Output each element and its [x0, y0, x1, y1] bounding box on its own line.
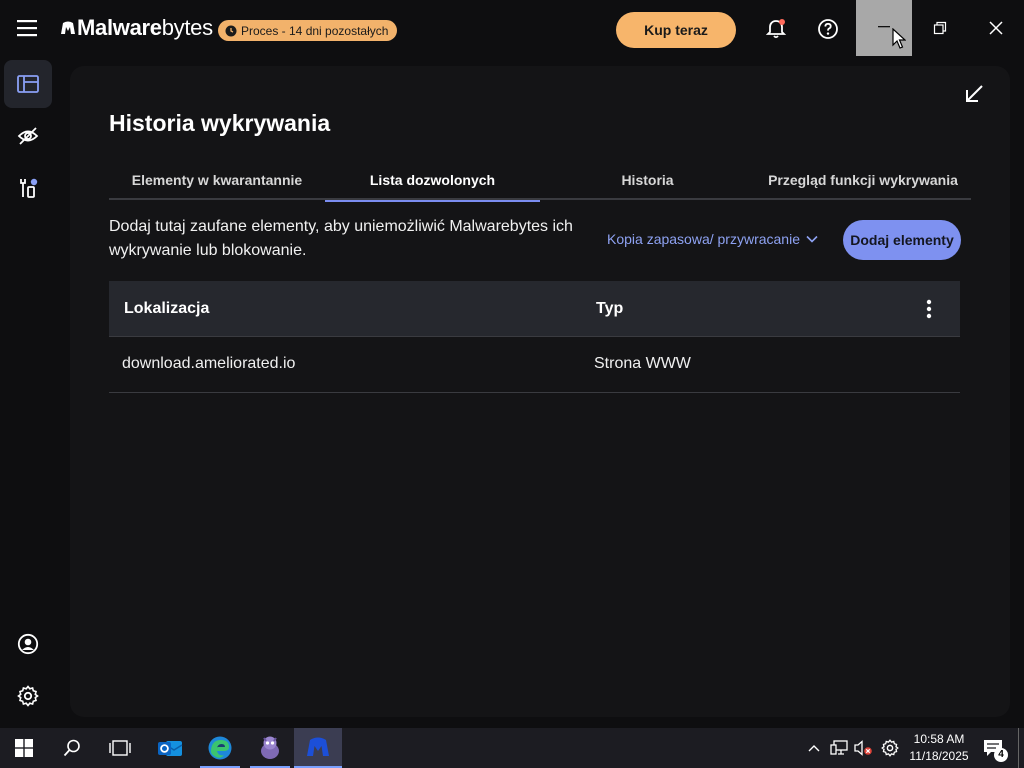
add-items-button[interactable]: Dodaj elementy: [843, 220, 961, 260]
minimize-icon: [878, 26, 890, 28]
account-icon: [17, 633, 39, 655]
menu-icon[interactable]: [10, 12, 46, 44]
more-options-icon[interactable]: [917, 297, 941, 321]
clock-icon: [225, 25, 237, 36]
backup-restore-dropdown[interactable]: Kopia zapasowa/ przywracanie: [607, 231, 818, 247]
clock-date: 11/18/2025: [909, 749, 969, 763]
taskbar-edge[interactable]: [196, 728, 244, 768]
logo-text-light: bytes: [161, 15, 213, 40]
gear-icon: [881, 739, 899, 757]
tab-history[interactable]: Historia: [540, 160, 755, 200]
search-icon: [63, 739, 80, 757]
help-icon[interactable]: [813, 14, 843, 44]
chevron-down-icon: [806, 235, 818, 243]
start-button[interactable]: [0, 728, 48, 768]
trial-badge-label: Proces - 14 dni pozostałych: [241, 23, 389, 38]
close-button[interactable]: [968, 0, 1024, 56]
taskbar-search-button[interactable]: [48, 728, 96, 768]
backup-restore-label: Kopia zapasowa/ przywracanie: [607, 231, 800, 247]
eye-off-icon: [17, 127, 39, 145]
column-header-type[interactable]: Typ: [596, 300, 623, 318]
collapse-arrow-icon[interactable]: [962, 82, 986, 106]
malwarebytes-logo: Malware bytes: [60, 14, 213, 42]
malwarebytes-window: Malware bytes Proces - 14 dni pozostałych…: [0, 0, 1024, 728]
taskbar-clock[interactable]: 10:58 AM 11/18/2025: [902, 731, 976, 765]
edge-browser-icon: [208, 736, 232, 760]
sidebar-item-settings[interactable]: [4, 672, 52, 720]
volume-muted-icon: [854, 740, 872, 756]
network-icon: [830, 740, 848, 755]
sidebar-item-tools[interactable]: [4, 164, 52, 212]
tab-detection-overview[interactable]: Przegląd funkcji wykrywania: [755, 160, 971, 200]
taskbar-app-purple[interactable]: [246, 728, 294, 768]
task-view-button[interactable]: [96, 728, 144, 768]
malwarebytes-taskbar-icon: [307, 737, 329, 756]
buy-now-button[interactable]: Kup teraz: [616, 12, 736, 48]
windows-logo-icon: [15, 739, 33, 757]
settings-tray-button[interactable]: [878, 728, 902, 768]
logo-text-bold: Malware: [77, 15, 162, 40]
title-bar: Malware bytes Proces - 14 dni pozostałych…: [0, 0, 1024, 56]
page-title: Historia wykrywania: [109, 110, 331, 136]
table-header: Lokalizacja Typ: [109, 281, 960, 337]
show-desktop-divider[interactable]: [1018, 728, 1019, 768]
notification-count-badge: 4: [994, 748, 1008, 762]
restore-button[interactable]: [912, 0, 968, 56]
close-icon: [989, 21, 1003, 35]
task-view-icon: [109, 740, 131, 756]
taskbar-outlook[interactable]: [146, 728, 194, 768]
allow-list-table: Lokalizacja Typ download.ameliorated.io …: [109, 281, 960, 393]
volume-tray-button[interactable]: [852, 728, 874, 768]
tab-quarantine[interactable]: Elementy w kwarantannie: [109, 160, 325, 200]
mascot-app-icon: [261, 736, 279, 759]
malwarebytes-logo-icon: [61, 21, 75, 34]
trial-badge[interactable]: Proces - 14 dni pozostałych: [218, 20, 398, 41]
tab-bar: Elementy w kwarantannie Lista dozwolonyc…: [109, 160, 971, 202]
taskbar-malwarebytes[interactable]: [294, 728, 342, 768]
tools-icon: [20, 178, 38, 198]
restore-icon: [933, 21, 947, 35]
row-type: Strona WWW: [594, 355, 691, 372]
minimize-button[interactable]: [856, 0, 912, 56]
show-hidden-icons-button[interactable]: [804, 728, 824, 768]
detection-history-panel: Historia wykrywania Elementy w kwarantan…: [70, 66, 1010, 717]
settings-gear-icon: [17, 685, 39, 707]
notifications-bell-icon[interactable]: [761, 14, 791, 44]
sidebar: [0, 56, 56, 728]
allow-list-description: Dodaj tutaj zaufane elementy, aby uniemo…: [109, 218, 573, 259]
table-row[interactable]: download.ameliorated.io Strona WWW: [109, 337, 960, 393]
row-location: download.ameliorated.io: [122, 355, 296, 372]
sidebar-item-account[interactable]: [4, 620, 52, 668]
column-header-location[interactable]: Lokalizacja: [124, 300, 209, 318]
windows-taskbar: 10:58 AM 11/18/2025 4: [0, 728, 1024, 768]
clock-time: 10:58 AM: [913, 732, 965, 746]
chevron-up-icon: [808, 745, 820, 752]
network-tray-button[interactable]: [828, 728, 850, 768]
sidebar-item-privacy[interactable]: [4, 112, 52, 160]
dashboard-icon: [17, 75, 39, 93]
tab-allow-list[interactable]: Lista dozwolonych: [325, 160, 540, 202]
sidebar-item-dashboard[interactable]: [4, 60, 52, 108]
outlook-icon: [158, 741, 183, 756]
mouse-cursor-icon: [892, 28, 906, 49]
